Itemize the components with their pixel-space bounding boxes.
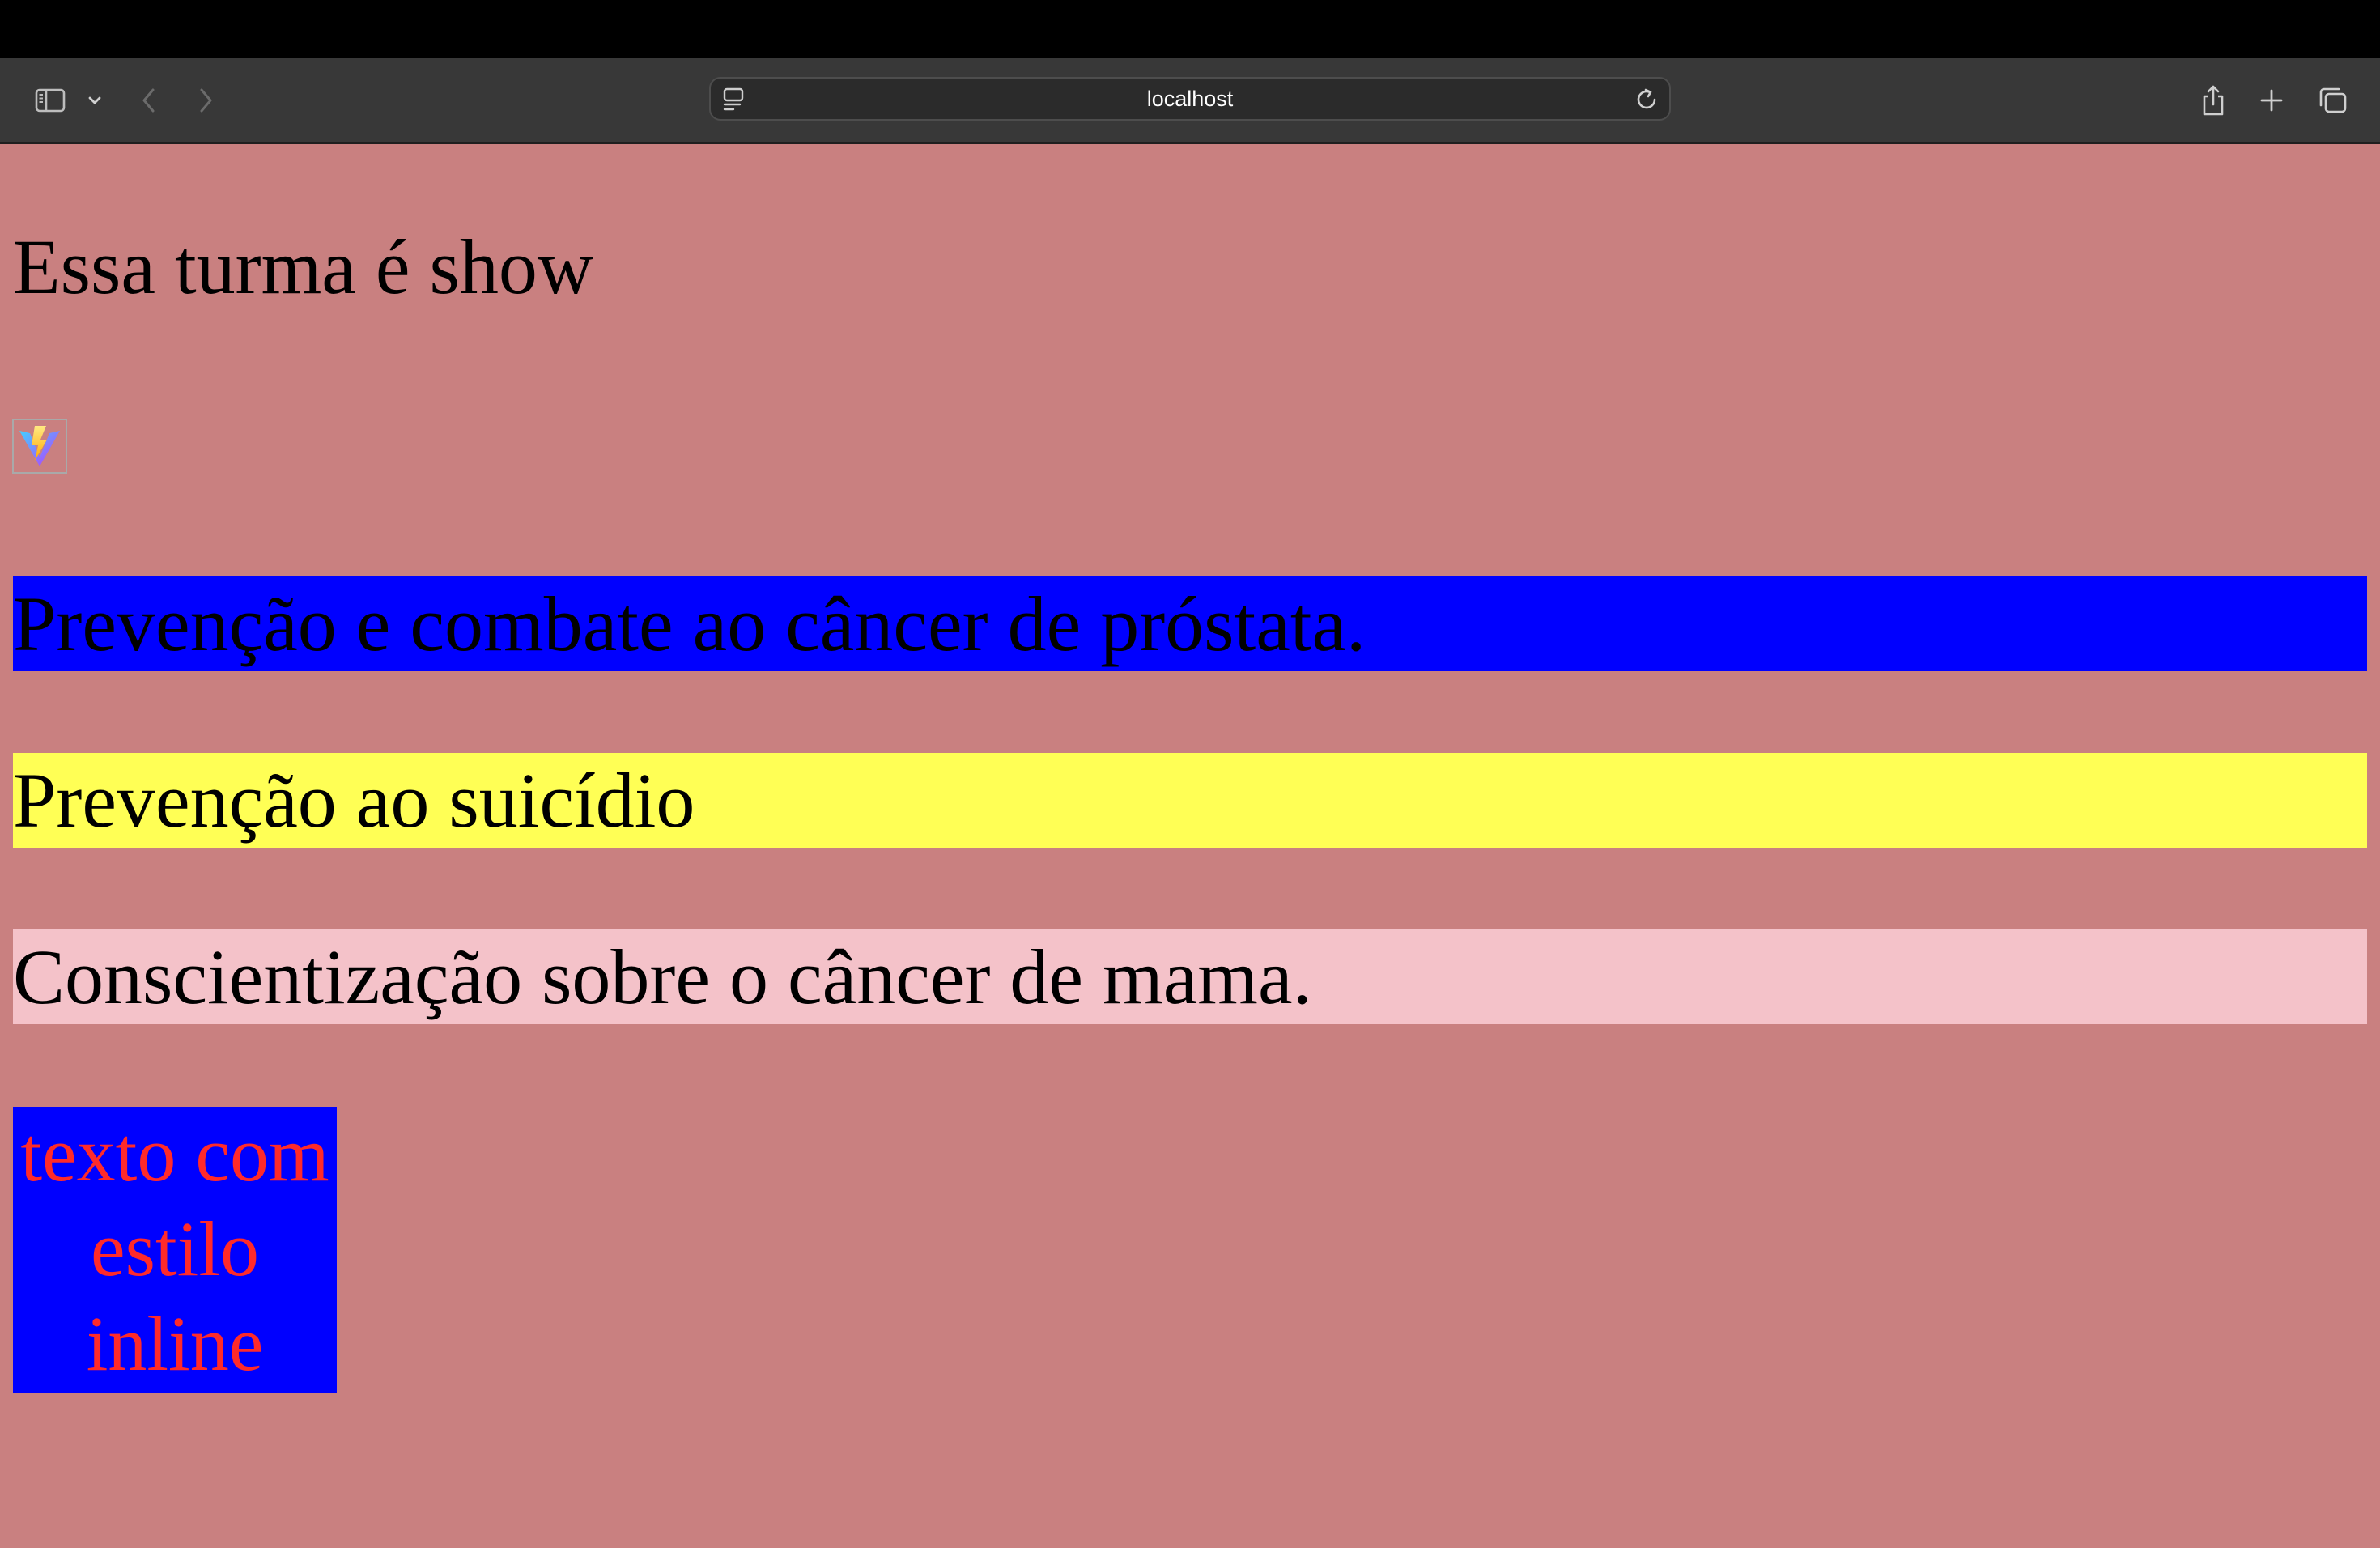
back-button[interactable]	[134, 58, 164, 142]
address-url: localhost	[1146, 86, 1234, 111]
share-button[interactable]	[2197, 58, 2229, 142]
banner-prostata: Prevenção e combate ao câncer de próstat…	[13, 576, 2367, 671]
browser-toolbar: localhost	[0, 58, 2380, 144]
sidebar-icon[interactable]	[31, 58, 70, 142]
share-icon	[2203, 85, 2224, 116]
system-menu-bar	[0, 0, 2380, 58]
chevron-left-icon	[142, 88, 155, 113]
tab-overview-button[interactable]	[2315, 58, 2351, 142]
banner-mama: Conscientização sobre o câncer de mama.	[13, 929, 2367, 1024]
tab-overview-icon	[2319, 87, 2347, 113]
page-heading: Essa turma é show	[13, 223, 594, 310]
inline-styled-text: texto com estilo inline	[13, 1107, 337, 1393]
chevron-right-icon	[200, 88, 212, 113]
address-bar[interactable]: localhost	[709, 77, 1671, 121]
vite-logo-icon	[12, 419, 67, 474]
forward-button[interactable]	[191, 58, 220, 142]
plus-icon	[2260, 89, 2283, 112]
banner-suicidio: Prevenção ao suicídio	[13, 753, 2367, 848]
page-content: Essa turma é show Prevenção e combate ao…	[0, 144, 2380, 1548]
reload-icon[interactable]	[1634, 87, 1660, 117]
chevron-down-icon[interactable]	[83, 58, 107, 142]
new-tab-button[interactable]	[2255, 58, 2288, 142]
